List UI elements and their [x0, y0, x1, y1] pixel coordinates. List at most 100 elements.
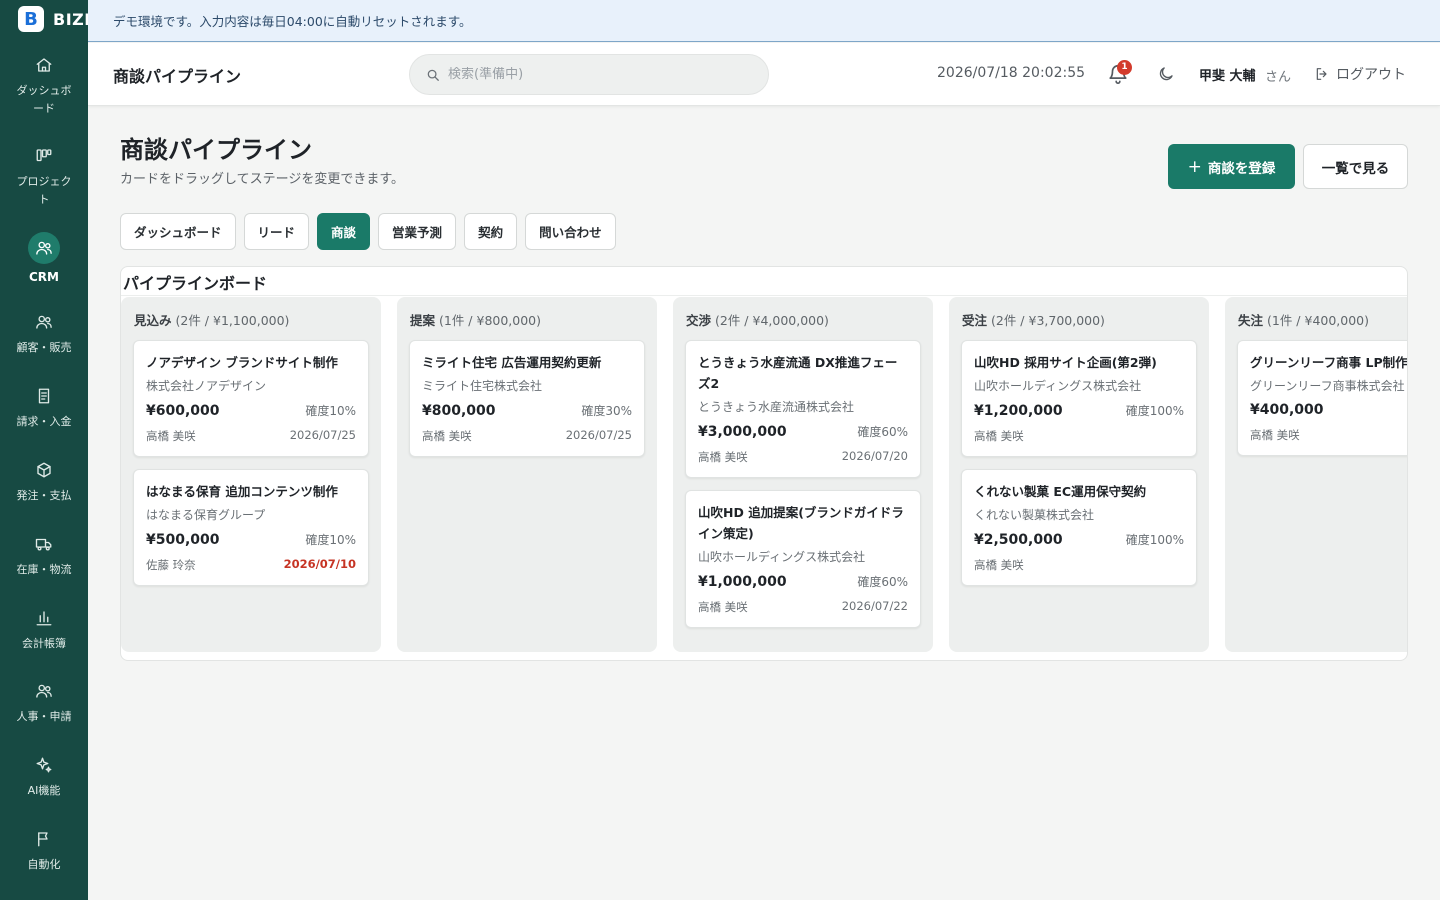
logout-button[interactable]: ログアウト — [1314, 64, 1406, 84]
page-title: 商談パイプライン — [120, 136, 312, 164]
sidebar-item-label: CRM — [29, 270, 59, 284]
lane-header: 見込み (2件 / ¥1,100,000) — [134, 310, 289, 329]
deal-probability: 確度10% — [305, 533, 356, 547]
deal-date: 2026/07/25 — [289, 428, 356, 442]
deal-probability: 確度100% — [1125, 533, 1184, 547]
deal-probability: 確度30% — [581, 404, 632, 418]
deal-card[interactable]: とうきょう水産流通 DX推進フェーズ2 とうきょう水産流通株式会社 ¥3,000… — [685, 340, 921, 478]
lane-proposal[interactable]: 提案 (1件 / ¥800,000) ミライト住宅 広告運用契約更新 ミライト住… — [397, 297, 657, 652]
deal-card[interactable]: 山吹HD 採用サイト企画(第2弾) 山吹ホールディングス株式会社 ¥1,200,… — [961, 340, 1197, 457]
lane-summary: (2件 / ¥4,000,000) — [715, 313, 829, 328]
view-list-button[interactable]: 一覧で見る — [1303, 144, 1408, 189]
current-datetime: 2026/07/18 20:02:55 — [937, 65, 1086, 81]
sidebar-item-crm[interactable]: CRM — [0, 232, 88, 286]
tab-contracts[interactable]: 契約 — [464, 213, 518, 250]
users-icon — [36, 241, 52, 255]
lane-summary: (2件 / ¥1,100,000) — [175, 313, 290, 328]
deal-title: 山吹HD 追加提案(ブランドガイドライン策定) — [698, 505, 904, 541]
logout-icon — [1316, 68, 1327, 80]
deal-card[interactable]: くれない製菓 EC運用保守契約 くれない製菓株式会社 ¥2,500,000 確度1… — [961, 469, 1197, 586]
tab-leads[interactable]: リード — [243, 213, 310, 250]
lane-header: 受注 (2件 / ¥3,700,000) — [962, 310, 1105, 329]
flag-icon — [38, 832, 48, 847]
deal-company: とうきょう水産流通株式会社 — [698, 400, 855, 414]
deal-probability: 確度60% — [857, 575, 908, 589]
deal-amount: ¥600,000 — [146, 403, 220, 419]
lane-summary: (1件 / ¥400,000) — [1267, 313, 1370, 328]
users-icon — [36, 315, 52, 329]
moon-icon[interactable] — [1157, 65, 1175, 83]
deal-owner: 高橋 美咲 — [146, 429, 196, 443]
tab-dashboard[interactable]: ダッシュボード — [120, 213, 236, 250]
deal-owner: 高橋 美咲 — [1250, 428, 1300, 442]
lane-negotiation[interactable]: 交渉 (2件 / ¥4,000,000) とうきょう水産流通 DX推進フェーズ2… — [673, 297, 933, 652]
sidebar-item-label: 自動化 — [27, 858, 61, 871]
lane-prospect[interactable]: 見込み (2件 / ¥1,100,000) ノアデザイン ブランドサイト制作 株… — [121, 297, 381, 652]
deal-card[interactable]: はなまる保育 追加コンテンツ制作 はなまる保育グループ ¥500,000 確度10… — [133, 469, 369, 586]
lane-name: 提案 — [410, 313, 436, 328]
deal-probability: 確度60% — [857, 425, 908, 439]
deal-owner: 高橋 美咲 — [422, 429, 472, 443]
deal-owner: 高橋 美咲 — [698, 600, 748, 614]
active-indicator — [28, 232, 60, 264]
demo-banner: デモ環境です。入力内容は毎日04:00に自動リセットされます。 — [88, 0, 1440, 42]
sidebar-item-accounting[interactable]: 会計帳簿 — [0, 609, 88, 653]
lane-name: 失注 — [1238, 313, 1264, 328]
deal-owner: 高橋 美咲 — [698, 450, 748, 464]
truck-icon — [35, 538, 52, 551]
logo-mark-icon: B — [18, 6, 44, 32]
lane-header: 失注 (1件 / ¥400,000) — [1238, 310, 1369, 329]
search-icon — [427, 69, 439, 81]
pipeline-lanes[interactable]: 見込み (2件 / ¥1,100,000) ノアデザイン ブランドサイト制作 株… — [121, 297, 1407, 652]
sidebar-item-ai[interactable]: AI機能 — [0, 756, 88, 800]
user-name: 甲斐 大輔 — [1199, 69, 1256, 84]
lane-name: 受注 — [962, 313, 988, 328]
search-box[interactable] — [409, 54, 769, 95]
deal-amount: ¥3,000,000 — [698, 424, 787, 440]
deal-card[interactable]: ミライト住宅 広告運用契約更新 ミライト住宅株式会社 ¥800,000 確度30%… — [409, 340, 645, 457]
people-icon — [36, 684, 52, 698]
sidebar-item-inventory[interactable]: 在庫・物流 — [0, 535, 88, 579]
lane-won[interactable]: 受注 (2件 / ¥3,700,000) 山吹HD 採用サイト企画(第2弾) 山… — [949, 297, 1209, 652]
sidebar-item-label: AI機能 — [27, 784, 61, 797]
deal-company: 株式会社ノアデザイン — [146, 379, 267, 393]
sidebar-item-label: ダッシュボード — [16, 84, 72, 115]
sidebar-item-dashboard[interactable]: ダッシュボード — [0, 56, 88, 118]
create-deal-button[interactable]: + 商談を登録 — [1168, 144, 1295, 189]
deal-title: くれない製菓 EC運用保守契約 — [974, 484, 1147, 499]
sidebar-item-project[interactable]: プロジェクト — [0, 147, 88, 209]
tab-inquiries[interactable]: 問い合わせ — [525, 213, 616, 250]
deal-probability: 確度100% — [1125, 404, 1184, 418]
tab-forecast[interactable]: 営業予測 — [378, 213, 457, 250]
board-divider — [121, 295, 1407, 296]
deal-card[interactable]: ノアデザイン ブランドサイト制作 株式会社ノアデザイン ¥600,000 確度10… — [133, 340, 369, 457]
sidebar-item-billing[interactable]: 請求・入金 — [0, 387, 88, 431]
deal-card[interactable]: 山吹HD 追加提案(ブランドガイドライン策定) 山吹ホールディングス株式会社 ¥… — [685, 490, 921, 628]
logout-label: ログアウト — [1336, 67, 1406, 83]
sidebar: B BIZR ダッシュボード プロジェクト CRM 顧客・販売 請求・入金 発注… — [0, 0, 89, 900]
sidebar-item-hr[interactable]: 人事・申請 — [0, 682, 88, 726]
pipeline-board: パイプラインボード 見込み (2件 / ¥1,100,000) ノアデザイン ブ… — [120, 266, 1408, 661]
sidebar-item-customers[interactable]: 顧客・販売 — [0, 313, 88, 357]
lane-lost[interactable]: 失注 (1件 / ¥400,000) グリーンリーフ商事 LP制作 グリーンリー… — [1225, 297, 1407, 652]
lane-name: 見込み — [134, 313, 172, 328]
app-logo[interactable]: B BIZR — [18, 6, 89, 32]
notification-badge: 1 — [1117, 60, 1132, 75]
sidebar-item-purchasing[interactable]: 発注・支払 — [0, 461, 88, 505]
user-honorific: さん — [1265, 70, 1292, 85]
deal-card[interactable]: グリーンリーフ商事 LP制作 グリーンリーフ商事株式会社 ¥400,000 高橋… — [1237, 340, 1407, 456]
deal-title: ノアデザイン ブランドサイト制作 — [146, 355, 338, 370]
tab-deals[interactable]: 商談 — [317, 213, 371, 250]
deal-title: とうきょう水産流通 DX推進フェーズ2 — [698, 355, 898, 391]
lane-header: 提案 (1件 / ¥800,000) — [410, 310, 541, 329]
deal-title: ミライト住宅 広告運用契約更新 — [422, 355, 602, 370]
lane-summary: (1件 / ¥800,000) — [439, 313, 542, 328]
lane-header: 交渉 (2件 / ¥4,000,000) — [686, 310, 829, 329]
search-input[interactable] — [448, 67, 748, 82]
box-icon — [37, 462, 51, 478]
deal-owner: 高橋 美咲 — [974, 558, 1024, 572]
sidebar-item-automation[interactable]: 自動化 — [0, 830, 88, 874]
deal-owner: 高橋 美咲 — [974, 429, 1024, 443]
plus-icon: + — [1187, 156, 1202, 177]
top-header: 商談パイプライン 2026/07/18 20:02:55 1 甲斐 大輔 さん … — [88, 43, 1440, 106]
